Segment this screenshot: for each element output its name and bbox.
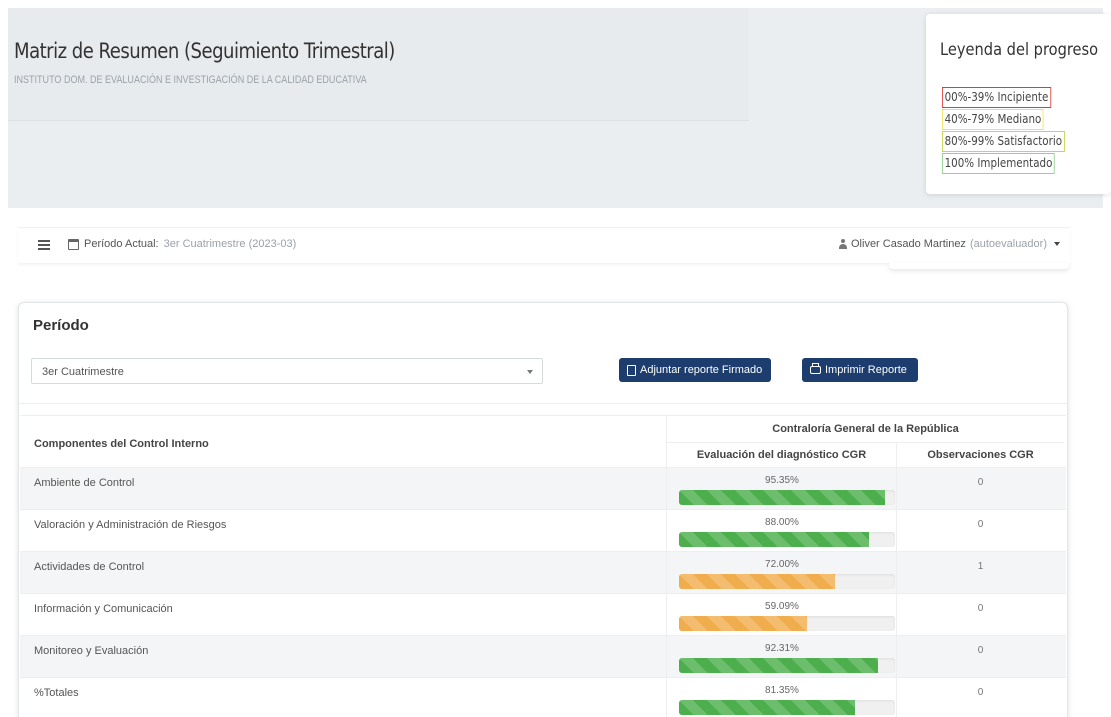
attach-signed-report-button[interactable]: Adjuntar reporte Firmado — [619, 358, 771, 382]
evaluation-percent: 59.09% — [765, 601, 799, 612]
print-report-button[interactable]: Imprimir Reporte — [802, 358, 918, 382]
progress-bar — [679, 532, 895, 547]
menu-toggle-icon[interactable] — [38, 240, 50, 250]
calendar-icon — [68, 238, 79, 250]
table-row: Información y Comunicación 59.09% 0 — [20, 594, 1066, 636]
institution-subtitle: INSTITUTO DOM. DE EVALUACIÓN E INVESTIGA… — [14, 74, 367, 86]
legend-item-satisfactorio: 80%-99% Satisfactorio — [942, 131, 1065, 152]
user-icon — [839, 239, 847, 249]
progress-bar-fill — [679, 658, 879, 673]
component-name: Ambiente de Control — [34, 477, 135, 489]
summary-table: Componentes del Control Interno Contralo… — [20, 415, 1066, 717]
progress-bar — [679, 616, 895, 631]
progress-bar — [679, 574, 895, 589]
table-row: Monitoreo y Evaluación 92.31% 0 — [20, 636, 1066, 678]
period-label: Período Actual: — [84, 238, 159, 250]
evaluation-percent: 92.31% — [765, 643, 799, 654]
component-name: Actividades de Control — [34, 561, 145, 573]
header-evaluation: Evaluación del diagnóstico CGR — [666, 443, 896, 468]
legend-item-mediano: 40%-79% Mediano — [942, 109, 1044, 130]
chevron-down-icon — [1054, 242, 1060, 246]
evaluation-percent: 81.35% — [765, 685, 799, 696]
progress-bar-fill — [679, 490, 885, 505]
progress-bar-fill — [679, 532, 870, 547]
legend-item-implementado: 100% Implementado — [942, 153, 1055, 174]
observations-count: 0 — [896, 678, 1064, 717]
observations-count: 0 — [896, 636, 1064, 677]
print-icon — [810, 363, 821, 374]
observations-count: 1 — [896, 552, 1064, 593]
table-header: Componentes del Control Interno Contralo… — [20, 415, 1066, 468]
progress-bar — [679, 700, 895, 715]
component-name: %Totales — [34, 687, 79, 699]
period-value: 3er Cuatrimestre (2023-03) — [163, 238, 297, 250]
component-name: Valoración y Administración de Riesgos — [34, 519, 227, 531]
component-name: Monitoreo y Evaluación — [34, 645, 149, 657]
attach-button-label: Adjuntar reporte Firmado — [640, 364, 763, 376]
progress-bar-fill — [679, 574, 835, 589]
table-body: Ambiente de Control 95.35% 0 Valoración y A… — [20, 468, 1066, 717]
legend-list: 00%-39% Incipiente 40%-79% Mediano 80%-9… — [942, 87, 1085, 175]
period-card: Período 3er Cuatrimestre Adjuntar report… — [18, 302, 1068, 717]
evaluation-percent: 88.00% — [765, 517, 799, 528]
evaluation-cell: 88.00% — [666, 510, 896, 551]
evaluation-percent: 95.35% — [765, 475, 799, 486]
component-name: Información y Comunicación — [34, 603, 173, 615]
evaluation-cell: 81.35% — [666, 678, 896, 717]
user-menu[interactable]: Oliver Casado Martinez (autoevaluador) — [839, 238, 1060, 250]
progress-bar-fill — [679, 700, 855, 715]
observations-count: 0 — [896, 468, 1064, 509]
progress-legend-card: Leyenda del progreso 00%-39% Incipiente … — [926, 14, 1111, 194]
header-title-box — [8, 8, 749, 121]
table-row: Actividades de Control 72.00% 1 — [20, 552, 1066, 594]
legend-title: Leyenda del progreso — [940, 40, 1099, 60]
period-select[interactable]: 3er Cuatrimestre — [31, 358, 543, 384]
header-observations: Observaciones CGR — [896, 443, 1064, 468]
card-divider — [19, 403, 1067, 404]
evaluation-cell: 72.00% — [666, 552, 896, 593]
table-row: Ambiente de Control 95.35% 0 — [20, 468, 1066, 510]
page-title: Matriz de Resumen (Seguimiento Trimestra… — [14, 39, 395, 63]
top-navbar: Período Actual: 3er Cuatrimestre (2023-0… — [18, 227, 1070, 263]
print-button-label: Imprimir Reporte — [825, 364, 907, 376]
card-title: Período — [33, 317, 89, 334]
dropdown-edge — [889, 263, 1069, 269]
evaluation-cell: 95.35% — [666, 468, 896, 509]
progress-bar — [679, 490, 895, 505]
legend-item-incipiente: 00%-39% Incipiente — [942, 87, 1051, 108]
table-row: %Totales 81.35% 0 — [20, 678, 1066, 717]
table-row: Valoración y Administración de Riesgos 88… — [20, 510, 1066, 552]
chevron-down-icon — [527, 370, 533, 374]
header-cgr-group: Contraloría General de la República — [666, 416, 1064, 443]
file-pdf-icon — [627, 364, 636, 376]
observations-count: 0 — [896, 594, 1064, 635]
evaluation-cell: 92.31% — [666, 636, 896, 677]
user-name: Oliver Casado Martinez — [851, 238, 966, 250]
user-role: (autoevaluador) — [969, 238, 1047, 250]
evaluation-percent: 72.00% — [765, 559, 799, 570]
header-components: Componentes del Control Interno — [34, 438, 209, 450]
progress-bar-fill — [679, 616, 807, 631]
evaluation-cell: 59.09% — [666, 594, 896, 635]
current-period: Período Actual: 3er Cuatrimestre (2023-0… — [68, 238, 296, 250]
progress-bar — [679, 658, 895, 673]
observations-count: 0 — [896, 510, 1064, 551]
period-select-value: 3er Cuatrimestre — [42, 366, 124, 378]
